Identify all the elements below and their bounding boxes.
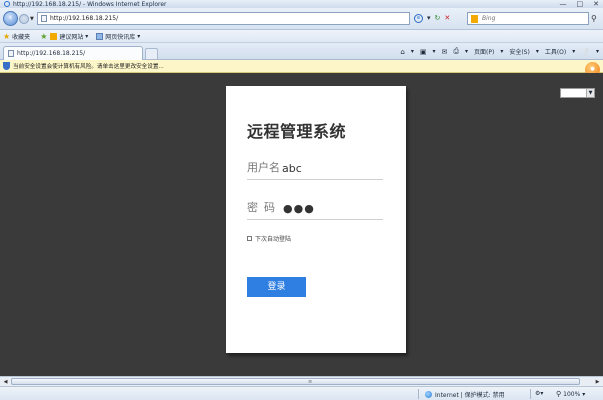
login-button[interactable]: 登录 bbox=[247, 277, 306, 297]
page-content: ▼ 远程管理系统 用户名 abc 密码 ●●● 下次自动登陆 登录 bbox=[0, 73, 603, 376]
password-field[interactable]: 密码 ●●● bbox=[247, 200, 383, 220]
maximize-button[interactable]: □ bbox=[577, 0, 584, 8]
scrollbar-thumb[interactable]: ≡ bbox=[11, 378, 580, 385]
new-tab-button[interactable] bbox=[145, 48, 158, 59]
close-window-button[interactable]: ✕ bbox=[593, 0, 599, 8]
minimize-button[interactable]: — bbox=[560, 0, 567, 8]
refresh-icon[interactable]: ↻ bbox=[435, 14, 441, 23]
status-bar: Internet | 保护模式: 禁用 ⚙▾ ⚲ 100% ▾ bbox=[0, 386, 603, 400]
tab-title: http://192.168.18.215/ bbox=[17, 50, 86, 57]
back-button[interactable]: ‹ bbox=[3, 11, 18, 26]
chevron-down-icon[interactable]: ▼ bbox=[586, 89, 594, 97]
favorites-bar: ★ 收藏夹 ★ 建议网站 ▾ 网页快讯库 ▾ bbox=[0, 30, 603, 43]
chevron-down-icon[interactable]: ▾ bbox=[465, 48, 468, 55]
status-divider bbox=[418, 389, 419, 399]
fav-item-suggested-sites[interactable]: 建议网站 ▾ bbox=[50, 32, 88, 41]
safety-menu[interactable]: 安全(S) bbox=[509, 47, 530, 56]
favorites-button[interactable]: 收藏夹 bbox=[12, 32, 30, 41]
username-input[interactable]: abc bbox=[282, 162, 302, 175]
remember-checkbox[interactable] bbox=[247, 236, 252, 241]
web-slice-icon bbox=[96, 32, 104, 40]
tools-menu[interactable]: 工具(O) bbox=[545, 47, 566, 56]
page-menu[interactable]: 页面(P) bbox=[474, 47, 494, 56]
bing-logo-icon bbox=[471, 14, 478, 23]
security-info-bar[interactable]: 当前安全设置会使计算机有风险。请单击这里更改安全设置... bbox=[0, 60, 603, 73]
language-select[interactable]: ▼ bbox=[560, 88, 595, 98]
zoom-icon: ⚲ bbox=[556, 390, 562, 398]
fav-item-label: 建议网站 bbox=[59, 33, 84, 41]
chevron-down-icon[interactable]: ▾ bbox=[536, 48, 539, 55]
suggested-sites-icon bbox=[50, 32, 58, 40]
login-card: 远程管理系统 用户名 abc 密码 ●●● 下次自动登陆 登录 bbox=[226, 86, 406, 353]
compatibility-view-icon[interactable]: e bbox=[414, 14, 423, 23]
page-icon bbox=[41, 15, 47, 22]
globe-icon bbox=[425, 391, 432, 398]
tab-row: http://192.168.18.215/ ⌂ ▾ ▣ ▾ ✉ ⎙ ▾ 页面(… bbox=[0, 43, 603, 60]
search-input[interactable] bbox=[482, 15, 572, 22]
print-icon[interactable]: ⎙ bbox=[453, 47, 459, 56]
feeds-icon[interactable]: ▣ bbox=[420, 48, 427, 56]
zoom-control[interactable]: ⚲ 100% ▾ bbox=[556, 390, 585, 398]
address-actions: e ▾ ↻ ✕ bbox=[414, 14, 450, 23]
grip-icon: ≡ bbox=[308, 379, 313, 385]
chevron-down-icon[interactable]: ▾ bbox=[596, 48, 599, 55]
security-zone[interactable]: Internet | 保护模式: 禁用 bbox=[425, 390, 505, 399]
fav-item-web-slice-gallery[interactable]: 网页快讯库 ▾ bbox=[96, 32, 140, 41]
username-label: 用户名 bbox=[247, 161, 280, 174]
username-field[interactable]: 用户名 abc bbox=[247, 160, 383, 180]
scroll-left-button[interactable]: ◀ bbox=[1, 378, 10, 386]
info-bar-message: 当前安全设置会使计算机有风险。请单击这里更改安全设置... bbox=[13, 64, 164, 70]
password-input[interactable]: ●●● bbox=[283, 202, 315, 215]
chevron-down-icon: ▾ bbox=[83, 32, 89, 40]
stop-icon[interactable]: ✕ bbox=[444, 14, 450, 23]
window-title: http://192.168.18.215/ - Windows Interne… bbox=[13, 0, 167, 8]
ie-logo-icon bbox=[4, 1, 10, 7]
remember-label: 下次自动登陆 bbox=[255, 236, 292, 243]
tab-current[interactable]: http://192.168.18.215/ bbox=[3, 46, 143, 60]
zoom-level: 100% bbox=[563, 390, 581, 398]
add-favorite-icon[interactable]: ★ bbox=[40, 32, 47, 41]
recent-pages-dropdown[interactable]: ▼ bbox=[30, 16, 34, 22]
search-icon[interactable]: ⚲ bbox=[591, 14, 597, 23]
page-icon bbox=[8, 50, 14, 57]
chevron-down-icon: ▾ bbox=[135, 32, 141, 40]
window-titlebar: http://192.168.18.215/ - Windows Interne… bbox=[0, 0, 603, 8]
scroll-right-button[interactable]: ▶ bbox=[593, 378, 602, 386]
protected-mode-icon[interactable]: ⚙▾ bbox=[535, 390, 543, 397]
favorites-star-icon[interactable]: ★ bbox=[3, 32, 10, 41]
chevron-down-icon[interactable]: ▾ bbox=[500, 48, 503, 55]
horizontal-scrollbar[interactable]: ◀ ≡ ▶ bbox=[0, 376, 603, 386]
address-field[interactable] bbox=[37, 12, 410, 25]
read-mail-icon[interactable]: ✉ bbox=[442, 48, 448, 56]
home-icon[interactable]: ⌂ bbox=[400, 48, 404, 56]
search-field[interactable] bbox=[467, 12, 589, 25]
chevron-down-icon[interactable]: ▾ bbox=[432, 48, 435, 55]
password-label: 密码 bbox=[247, 201, 281, 214]
address-dropdown-icon[interactable]: ▾ bbox=[427, 14, 431, 23]
window-controls: — □ ✕ bbox=[560, 0, 600, 8]
fav-item-label: 网页快讯库 bbox=[105, 33, 136, 41]
zone-label: Internet | 保护模式: 禁用 bbox=[435, 392, 505, 399]
shield-icon bbox=[3, 62, 10, 70]
chevron-down-icon: ▾ bbox=[580, 390, 586, 398]
login-title: 远程管理系统 bbox=[247, 122, 347, 141]
help-icon[interactable]: ❔ bbox=[581, 48, 590, 56]
chevron-down-icon[interactable]: ▾ bbox=[411, 48, 414, 55]
status-divider bbox=[530, 389, 531, 399]
chevron-down-icon[interactable]: ▾ bbox=[572, 48, 575, 55]
forward-button[interactable]: › bbox=[19, 14, 29, 24]
url-input[interactable] bbox=[50, 15, 250, 22]
remember-me[interactable]: 下次自动登陆 bbox=[247, 234, 291, 243]
address-toolbar: ‹ › ▼ e ▾ ↻ ✕ ⚲ bbox=[0, 8, 603, 30]
command-bar: ⌂ ▾ ▣ ▾ ✉ ⎙ ▾ 页面(P) ▾ 安全(S) ▾ 工具(O) ▾ ❔ … bbox=[400, 47, 599, 56]
